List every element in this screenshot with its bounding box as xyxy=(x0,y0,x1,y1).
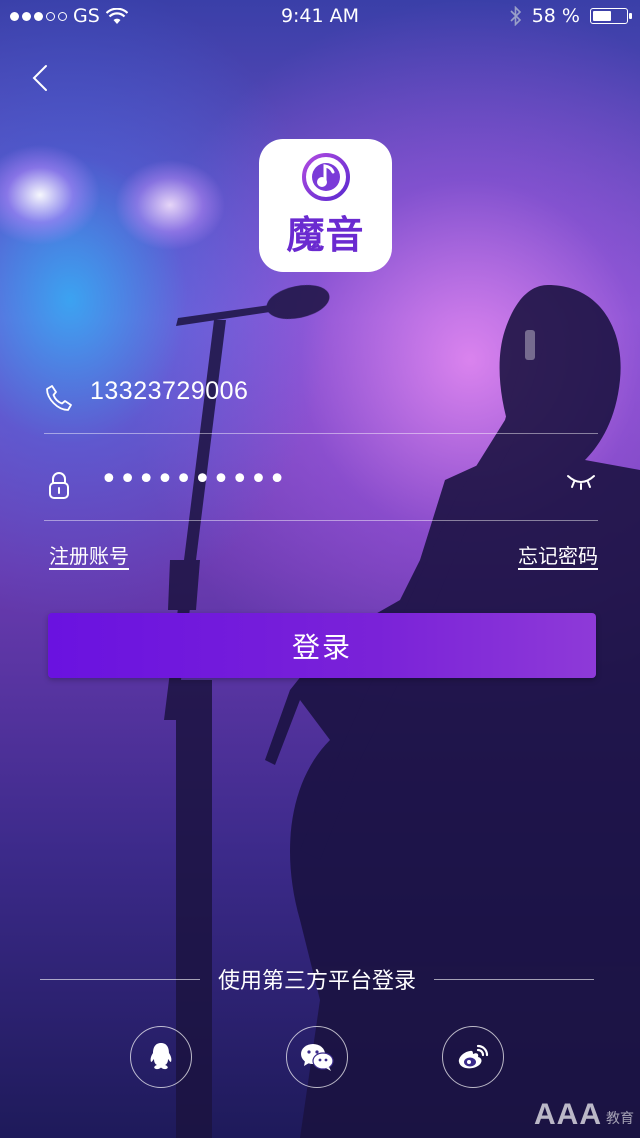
watermark: AAA 教育 xyxy=(534,1098,634,1132)
divider-line-right xyxy=(434,978,595,980)
phone-icon xyxy=(46,385,72,411)
chevron-left-icon xyxy=(32,65,47,91)
battery-percent: 58 % xyxy=(531,5,580,27)
qq-login-button[interactable] xyxy=(130,1026,192,1088)
qq-icon xyxy=(150,1043,172,1070)
back-button[interactable] xyxy=(22,58,58,98)
status-right-group: 58 % xyxy=(510,0,632,32)
weibo-login-button[interactable] xyxy=(442,1026,504,1088)
divider-line-left xyxy=(40,978,200,980)
password-input[interactable]: •••••••••• xyxy=(100,462,287,497)
weibo-icon xyxy=(458,1044,489,1069)
app-logo: 魔音 xyxy=(259,139,392,272)
watermark-big: AAA xyxy=(534,1098,602,1131)
eye-closed-icon[interactable] xyxy=(566,472,596,492)
wechat-login-button[interactable] xyxy=(286,1026,348,1088)
wechat-icon xyxy=(301,1044,334,1071)
bluetooth-icon xyxy=(510,6,521,26)
music-note-icon xyxy=(301,153,350,201)
watermark-small: 教育 xyxy=(606,1111,634,1127)
third-party-label: 使用第三方平台登录 xyxy=(218,969,417,994)
login-button[interactable]: 登录 xyxy=(48,613,596,678)
register-link[interactable]: 注册账号 xyxy=(49,540,129,569)
phone-field[interactable]: 13323729006 xyxy=(44,363,598,434)
phone-input[interactable]: 13323729006 xyxy=(90,377,248,406)
lock-icon xyxy=(49,472,69,499)
password-field[interactable]: •••••••••• xyxy=(44,450,598,521)
status-bar: GS 9:41 AM 58 % xyxy=(0,0,640,32)
battery-level xyxy=(593,11,611,21)
third-party-divider: 使用第三方平台登录 xyxy=(40,962,595,996)
battery-icon xyxy=(590,8,632,24)
forgot-password-link[interactable]: 忘记密码 xyxy=(518,540,598,569)
logo-app-name: 魔音 xyxy=(286,213,365,257)
